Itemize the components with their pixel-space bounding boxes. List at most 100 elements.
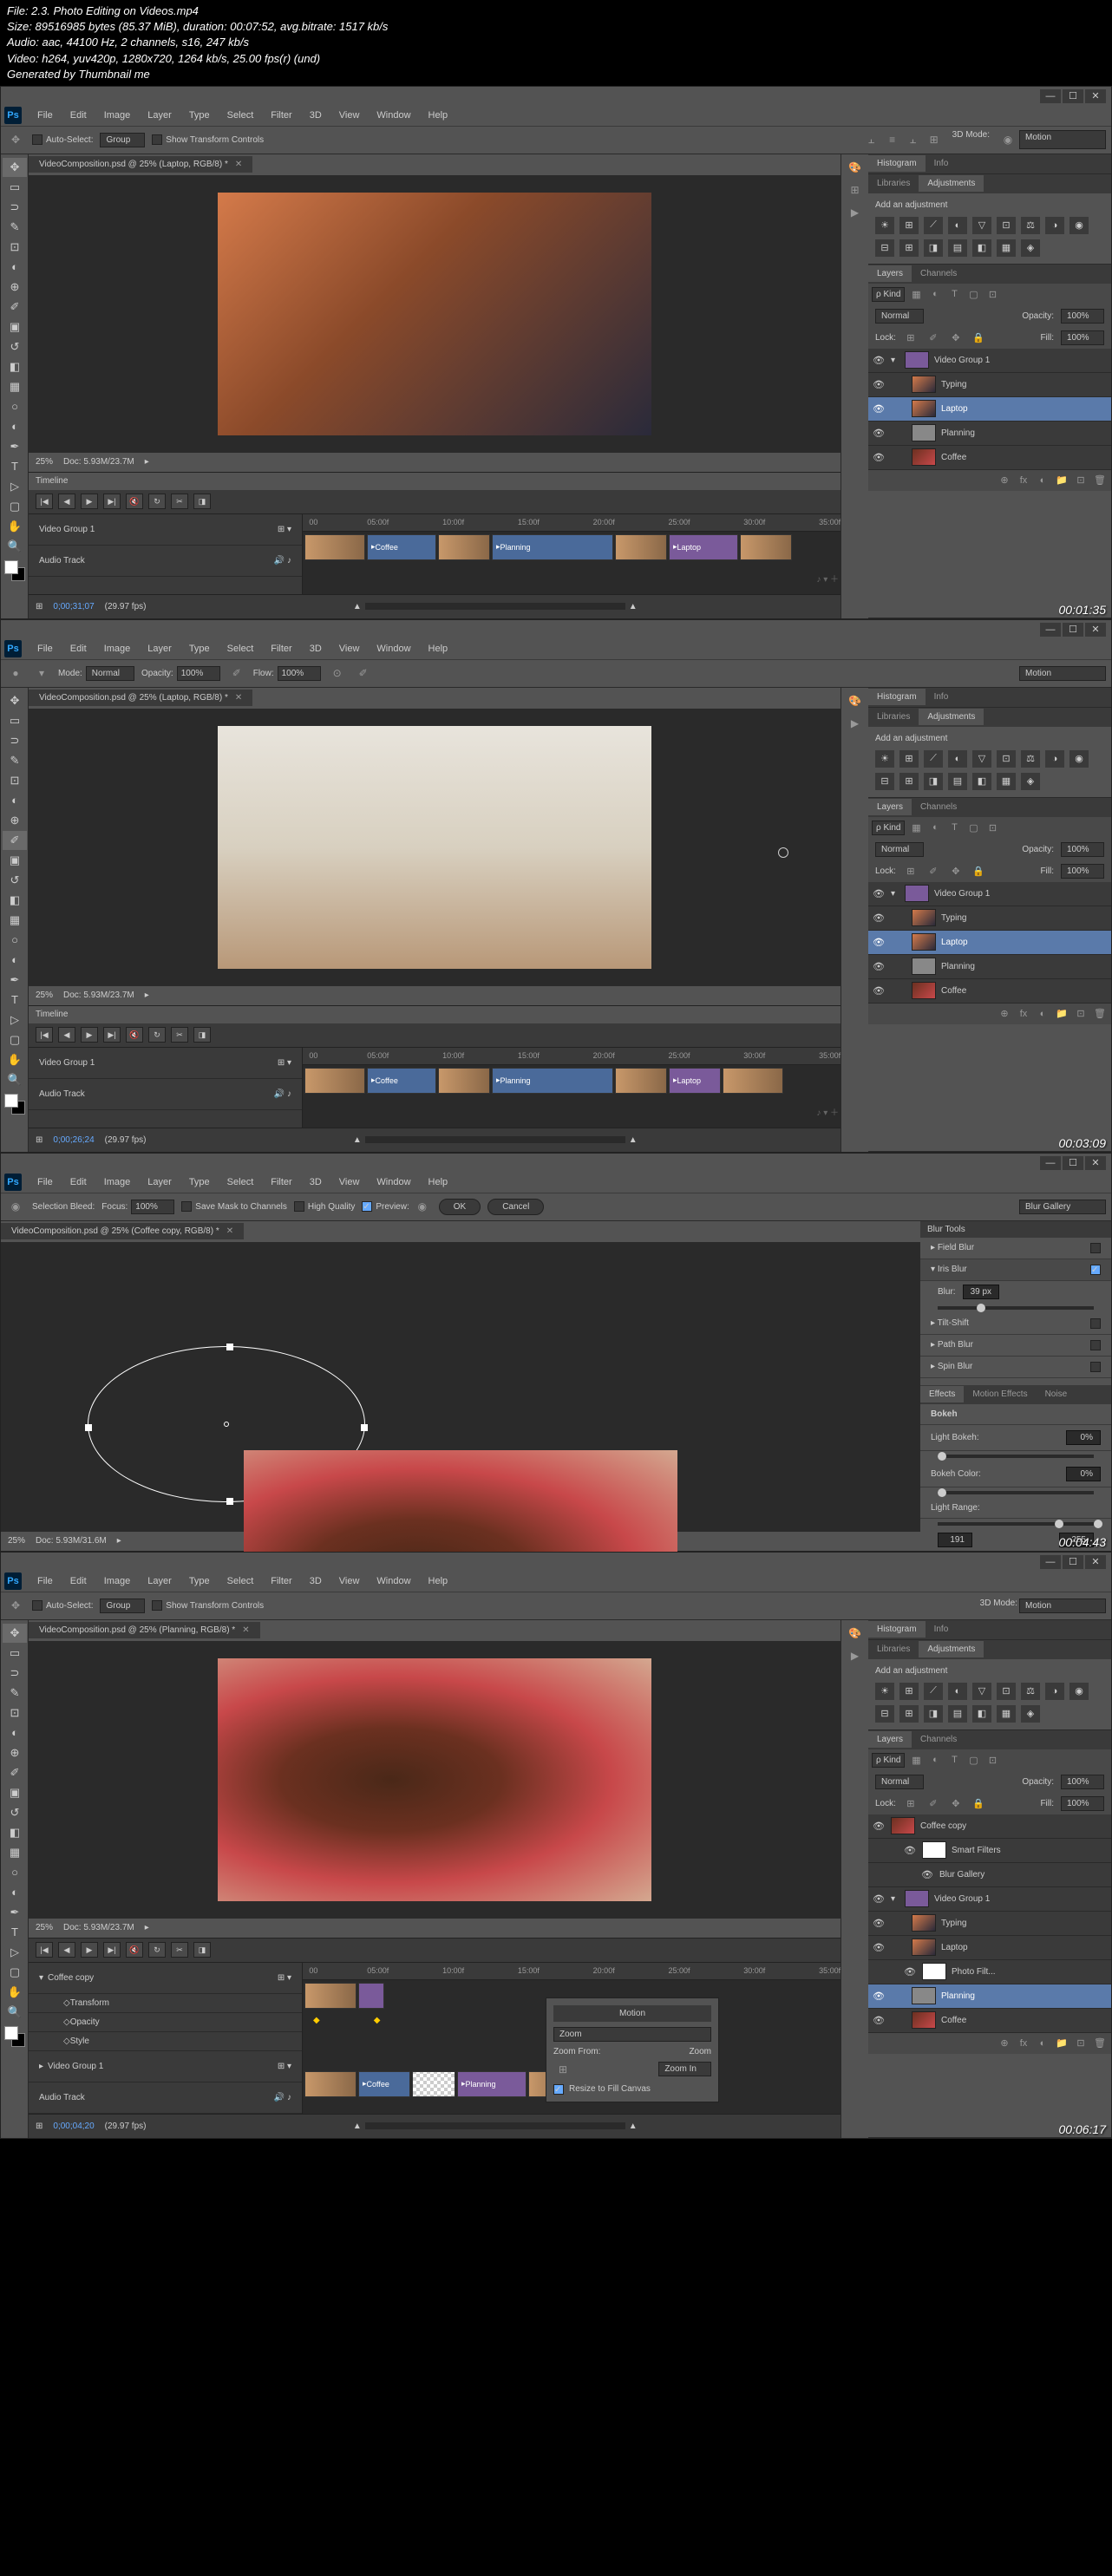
brush-picker-icon[interactable]: ▾ bbox=[32, 664, 51, 683]
light-range-slider[interactable] bbox=[938, 1522, 1094, 1526]
vibrance-icon[interactable]: ▽ bbox=[972, 217, 991, 234]
lock-icon[interactable]: 🔒 bbox=[971, 864, 986, 878]
save-mask-checkbox[interactable] bbox=[181, 1201, 192, 1212]
blur-tool[interactable]: ○ bbox=[3, 397, 27, 416]
light-bokeh-input[interactable]: 0% bbox=[1066, 1430, 1101, 1445]
crop-tool[interactable]: ⊡ bbox=[3, 238, 27, 257]
audio-track[interactable]: Audio Track🔊 ♪ bbox=[29, 546, 302, 577]
clip-thumb[interactable] bbox=[723, 1068, 783, 1094]
video-group-track[interactable]: ▸Video Group 1⊞ ▾ bbox=[29, 2051, 302, 2082]
airbrush-icon[interactable]: ⊙ bbox=[328, 664, 347, 683]
menu-type[interactable]: Type bbox=[180, 107, 219, 124]
adjustments-tab[interactable]: Adjustments bbox=[919, 175, 984, 192]
clip-planning[interactable]: ▸ Planning bbox=[457, 2071, 527, 2097]
eyedropper-tool[interactable]: ◐ bbox=[3, 791, 27, 810]
color-panel-icon[interactable]: 🎨 bbox=[846, 691, 865, 710]
vibrance-icon[interactable]: ▽ bbox=[972, 1683, 991, 1700]
color-balance-icon[interactable]: ⚖ bbox=[1021, 750, 1040, 768]
stamp-tool[interactable]: ▣ bbox=[3, 851, 27, 870]
timeline-ruler[interactable]: 0005:00f10:00f15:00f20:00f25:00f30:00f35… bbox=[303, 1963, 841, 1980]
cancel-button[interactable]: Cancel bbox=[487, 1199, 544, 1215]
motion-type-dropdown[interactable]: Zoom bbox=[553, 2027, 711, 2042]
threshold-icon[interactable]: ◧ bbox=[972, 773, 991, 790]
layer-laptop[interactable]: 👁Laptop bbox=[868, 1936, 1111, 1960]
lock-icon[interactable]: ⊞ bbox=[903, 1796, 919, 1810]
menu-3d[interactable]: 3D bbox=[301, 1174, 330, 1191]
pen-tool[interactable]: ✒ bbox=[3, 971, 27, 990]
play-button[interactable]: ▶ bbox=[81, 494, 98, 509]
pin-icon[interactable]: ◉ bbox=[6, 1197, 25, 1216]
menu-select[interactable]: Select bbox=[219, 107, 263, 124]
hue-sat-icon[interactable]: ⊡ bbox=[997, 1683, 1016, 1700]
channel-mixer-icon[interactable]: ⊟ bbox=[875, 773, 894, 790]
time-display[interactable]: 0;00;31;07 bbox=[53, 602, 94, 611]
clip-thumb-3[interactable] bbox=[615, 534, 667, 560]
visibility-icon[interactable]: 👁 bbox=[872, 450, 886, 464]
brightness-icon[interactable]: ☀ bbox=[875, 750, 894, 768]
clip-coffee[interactable]: ▸ Coffee bbox=[358, 2071, 410, 2097]
layer-filter-kind[interactable]: ρ Kind bbox=[872, 821, 905, 835]
play-button[interactable]: ▶ bbox=[81, 1942, 98, 1958]
menu-type[interactable]: Type bbox=[180, 1174, 219, 1191]
layer-blur-gallery[interactable]: 👁Blur Gallery bbox=[868, 1863, 1111, 1887]
menu-window[interactable]: Window bbox=[368, 1174, 419, 1191]
blur-tool[interactable]: ○ bbox=[3, 1863, 27, 1882]
dodge-tool[interactable]: ◐ bbox=[3, 1883, 27, 1902]
menu-3d[interactable]: 3D bbox=[301, 1572, 330, 1590]
invert-icon[interactable]: ◨ bbox=[924, 773, 943, 790]
channels-tab[interactable]: Channels bbox=[912, 1731, 965, 1748]
audio-track[interactable]: Audio Track🔊 ♪ bbox=[29, 2082, 302, 2114]
timeline-ruler[interactable]: 00 05:00f 10:00f 15:00f 20:00f 25:00f 30… bbox=[303, 514, 841, 532]
blend-mode-dropdown[interactable]: Normal bbox=[875, 309, 924, 324]
curves-icon[interactable]: ⟋ bbox=[924, 217, 943, 234]
frame-count-icon[interactable]: ⊞ bbox=[36, 2122, 43, 2131]
bw-icon[interactable]: ◑ bbox=[1045, 1683, 1064, 1700]
fx-icon[interactable]: fx bbox=[1016, 2037, 1031, 2050]
group-icon[interactable]: 📁 bbox=[1054, 2037, 1069, 2050]
color-balance-icon[interactable]: ⚖ bbox=[1021, 1683, 1040, 1700]
color-swatches[interactable] bbox=[4, 2026, 25, 2047]
zoom-in-icon[interactable]: ▲ bbox=[629, 602, 638, 611]
minimize-button[interactable]: — bbox=[1040, 89, 1061, 103]
color-swatches[interactable] bbox=[4, 1094, 25, 1115]
color-lookup-icon[interactable]: ⊞ bbox=[899, 1705, 919, 1723]
lock-icon[interactable]: ✥ bbox=[948, 864, 964, 878]
transition-button[interactable]: ◨ bbox=[193, 494, 211, 509]
layer-planning[interactable]: 👁Planning bbox=[868, 955, 1111, 979]
filter-adjust-icon[interactable]: ◐ bbox=[927, 287, 943, 301]
fill-input[interactable]: 100% bbox=[1061, 1796, 1104, 1811]
fill-input[interactable]: 100% bbox=[1061, 330, 1104, 345]
filter-icon[interactable]: ▦ bbox=[908, 1753, 924, 1767]
layer-laptop[interactable]: 👁Laptop bbox=[868, 931, 1111, 955]
field-blur-item[interactable]: ▸ Field Blur bbox=[920, 1238, 1111, 1259]
close-button[interactable]: ✕ bbox=[1085, 1555, 1106, 1569]
menu-view[interactable]: View bbox=[330, 1174, 369, 1191]
preview-icon[interactable]: ◉ bbox=[413, 1197, 432, 1216]
bw-icon[interactable]: ◑ bbox=[1045, 217, 1064, 234]
mask-icon[interactable]: ◐ bbox=[1035, 1007, 1050, 1021]
canvas-viewport[interactable] bbox=[1, 1242, 920, 1532]
layer-video-group[interactable]: 👁▾Video Group 1 bbox=[868, 882, 1111, 906]
posterize-icon[interactable]: ▤ bbox=[948, 773, 967, 790]
blend-mode-dropdown[interactable]: Normal bbox=[875, 1775, 924, 1789]
layer-planning[interactable]: 👁Planning bbox=[868, 1984, 1111, 2009]
brush-tool[interactable]: ✐ bbox=[3, 1763, 27, 1782]
audio-track[interactable]: Audio Track🔊 ♪ bbox=[29, 1079, 302, 1110]
next-frame-button[interactable]: ▶| bbox=[103, 494, 121, 509]
gradient-tool[interactable]: ▦ bbox=[3, 1843, 27, 1862]
layer-smart-filters[interactable]: 👁Smart Filters bbox=[868, 1839, 1111, 1863]
layer-filter-kind[interactable]: ρ Kind bbox=[872, 287, 905, 302]
document-tab[interactable]: VideoComposition.psd @ 25% (Coffee copy,… bbox=[1, 1223, 244, 1239]
clip-thumb[interactable] bbox=[304, 1068, 365, 1094]
clip-planning[interactable]: ▸ Planning bbox=[492, 534, 613, 560]
pressure-size-icon[interactable]: ✐ bbox=[354, 664, 373, 683]
pen-tool[interactable]: ✒ bbox=[3, 437, 27, 456]
layers-tab[interactable]: Layers bbox=[868, 265, 912, 282]
layer-video-group[interactable]: 👁▾Video Group 1 bbox=[868, 1887, 1111, 1912]
next-frame-button[interactable]: ▶| bbox=[103, 1942, 121, 1958]
clip-thumb-1[interactable] bbox=[304, 534, 365, 560]
fx-icon[interactable]: fx bbox=[1016, 1007, 1031, 1021]
hand-tool[interactable]: ✋ bbox=[3, 1050, 27, 1069]
play-button[interactable]: ▶ bbox=[81, 1027, 98, 1043]
clip-coffee[interactable]: ▸ Coffee bbox=[367, 534, 436, 560]
